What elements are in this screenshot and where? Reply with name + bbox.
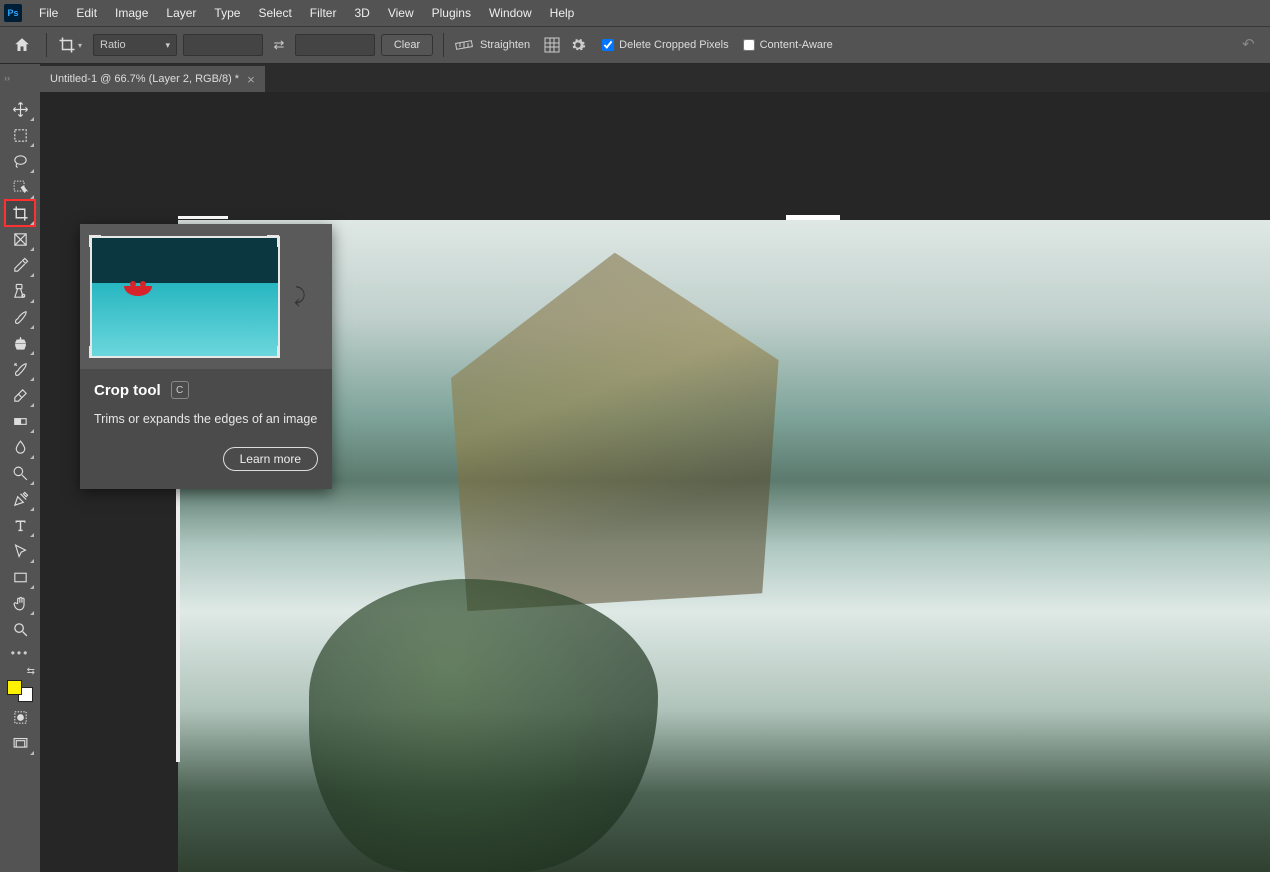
tooltip-description: Trims or expands the edges of an image <box>94 411 318 429</box>
history-brush-tool[interactable] <box>5 356 35 382</box>
lasso-tool[interactable] <box>5 148 35 174</box>
menu-layer[interactable]: Layer <box>157 2 205 24</box>
menu-help[interactable]: Help <box>541 2 584 24</box>
menu-bar: Ps File Edit Image Layer Type Select Fil… <box>0 0 1270 26</box>
menu-file[interactable]: File <box>30 2 67 24</box>
delete-cropped-checkbox[interactable]: Delete Cropped Pixels <box>602 39 728 51</box>
zoom-tool[interactable] <box>5 616 35 642</box>
frame-tool[interactable] <box>5 226 35 252</box>
crop-tool-preset[interactable]: ▾ <box>57 32 87 58</box>
eraser-tool[interactable] <box>5 382 35 408</box>
gradient-tool[interactable] <box>5 408 35 434</box>
reset-crop-icon[interactable]: ↶ <box>1242 35 1262 55</box>
tooltip-preview-image <box>90 236 280 358</box>
panel-expand-button[interactable]: ›› <box>0 66 14 90</box>
type-tool[interactable] <box>5 512 35 538</box>
path-selection-tool[interactable] <box>5 538 35 564</box>
clear-button[interactable]: Clear <box>381 34 433 56</box>
menu-edit[interactable]: Edit <box>67 2 106 24</box>
preview-boat-graphic <box>124 286 152 296</box>
blur-tool[interactable] <box>5 434 35 460</box>
document-tab-row: ›› Untitled-1 @ 66.7% (Layer 2, RGB/8) *… <box>0 64 1270 92</box>
crop-options-gear-icon[interactable] <box>568 35 588 55</box>
learn-more-button[interactable]: Learn more <box>223 447 318 471</box>
foreground-color-chip[interactable] <box>7 680 22 695</box>
separator <box>443 33 444 57</box>
chevron-down-icon: ▾ <box>165 40 170 51</box>
rotate-arrow-icon: ⤸ <box>294 285 306 308</box>
menu-plugins[interactable]: Plugins <box>423 2 480 24</box>
canvas-image[interactable] <box>178 220 1270 872</box>
brush-tool[interactable] <box>5 304 35 330</box>
menu-type[interactable]: Type <box>205 2 249 24</box>
marquee-tool[interactable] <box>5 122 35 148</box>
clone-stamp-tool[interactable] <box>5 330 35 356</box>
tooltip-title: Crop tool <box>94 382 161 399</box>
menu-image[interactable]: Image <box>106 2 157 24</box>
content-aware-input[interactable] <box>743 39 755 51</box>
edit-toolbar-button[interactable]: ••• <box>11 642 30 664</box>
tools-panel: ••• ⇆ <box>0 92 40 872</box>
home-button[interactable] <box>8 31 36 59</box>
move-tool[interactable] <box>5 96 35 122</box>
document-tab[interactable]: Untitled-1 @ 66.7% (Layer 2, RGB/8) * × <box>40 66 265 92</box>
hand-tool[interactable] <box>5 590 35 616</box>
screen-mode-tool[interactable] <box>5 730 35 756</box>
tooltip-preview: ⤸ <box>80 224 332 369</box>
healing-brush-tool[interactable] <box>5 278 35 304</box>
rectangle-tool[interactable] <box>5 564 35 590</box>
menu-window[interactable]: Window <box>480 2 541 24</box>
delete-cropped-input[interactable] <box>602 39 614 51</box>
tooltip-shortcut: C <box>171 381 189 399</box>
content-aware-checkbox[interactable]: Content-Aware <box>743 39 833 51</box>
color-chips[interactable] <box>5 678 35 704</box>
eyedropper-tool[interactable] <box>5 252 35 278</box>
pen-tool[interactable] <box>5 486 35 512</box>
ratio-label: Ratio <box>100 39 126 51</box>
tab-title: Untitled-1 @ 66.7% (Layer 2, RGB/8) * <box>50 73 239 85</box>
ratio-dropdown[interactable]: Ratio ▾ <box>93 34 177 56</box>
straighten-label[interactable]: Straighten <box>480 39 530 51</box>
separator <box>46 33 47 57</box>
menu-view[interactable]: View <box>379 2 423 24</box>
app-logo: Ps <box>4 4 22 22</box>
tool-tooltip: ⤸ Crop tool C Trims or expands the edges… <box>80 224 332 489</box>
swap-dimensions-button[interactable]: ⇄ <box>269 34 289 56</box>
swap-colors-icon[interactable]: ⇆ <box>5 664 35 678</box>
overlay-grid-icon[interactable] <box>542 35 562 55</box>
dodge-tool[interactable] <box>5 460 35 486</box>
canvas-area[interactable]: ⤸ Crop tool C Trims or expands the edges… <box>40 92 1270 872</box>
menu-3d[interactable]: 3D <box>345 2 378 24</box>
tab-close-icon[interactable]: × <box>247 72 255 87</box>
object-selection-tool[interactable] <box>5 174 35 200</box>
menu-filter[interactable]: Filter <box>301 2 346 24</box>
quick-mask-tool[interactable] <box>5 704 35 730</box>
crop-width-input[interactable] <box>183 34 263 56</box>
menu-select[interactable]: Select <box>249 2 300 24</box>
crop-tool[interactable] <box>5 200 35 226</box>
crop-height-input[interactable] <box>295 34 375 56</box>
options-bar: ▾ Ratio ▾ ⇄ Clear Straighten Delete Crop… <box>0 26 1270 64</box>
chevron-down-icon: ▾ <box>78 41 86 50</box>
straighten-icon[interactable] <box>454 35 474 55</box>
